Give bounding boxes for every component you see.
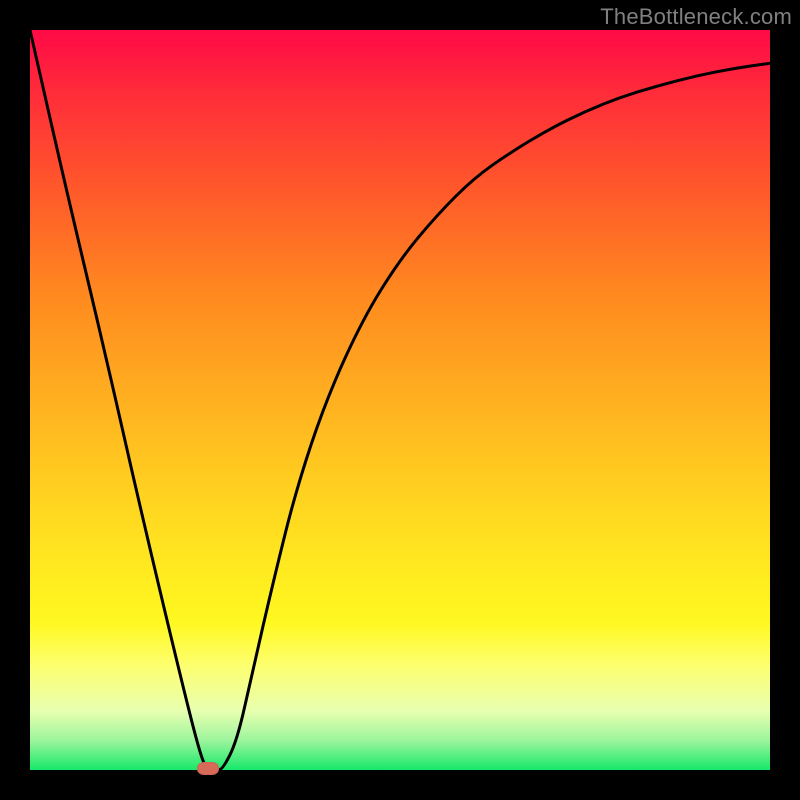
optimal-point-marker xyxy=(197,762,219,775)
chart-frame: TheBottleneck.com xyxy=(0,0,800,800)
watermark-text: TheBottleneck.com xyxy=(600,4,792,30)
plot-area xyxy=(30,30,770,770)
curve-layer xyxy=(30,30,770,770)
bottleneck-curve xyxy=(30,30,770,770)
